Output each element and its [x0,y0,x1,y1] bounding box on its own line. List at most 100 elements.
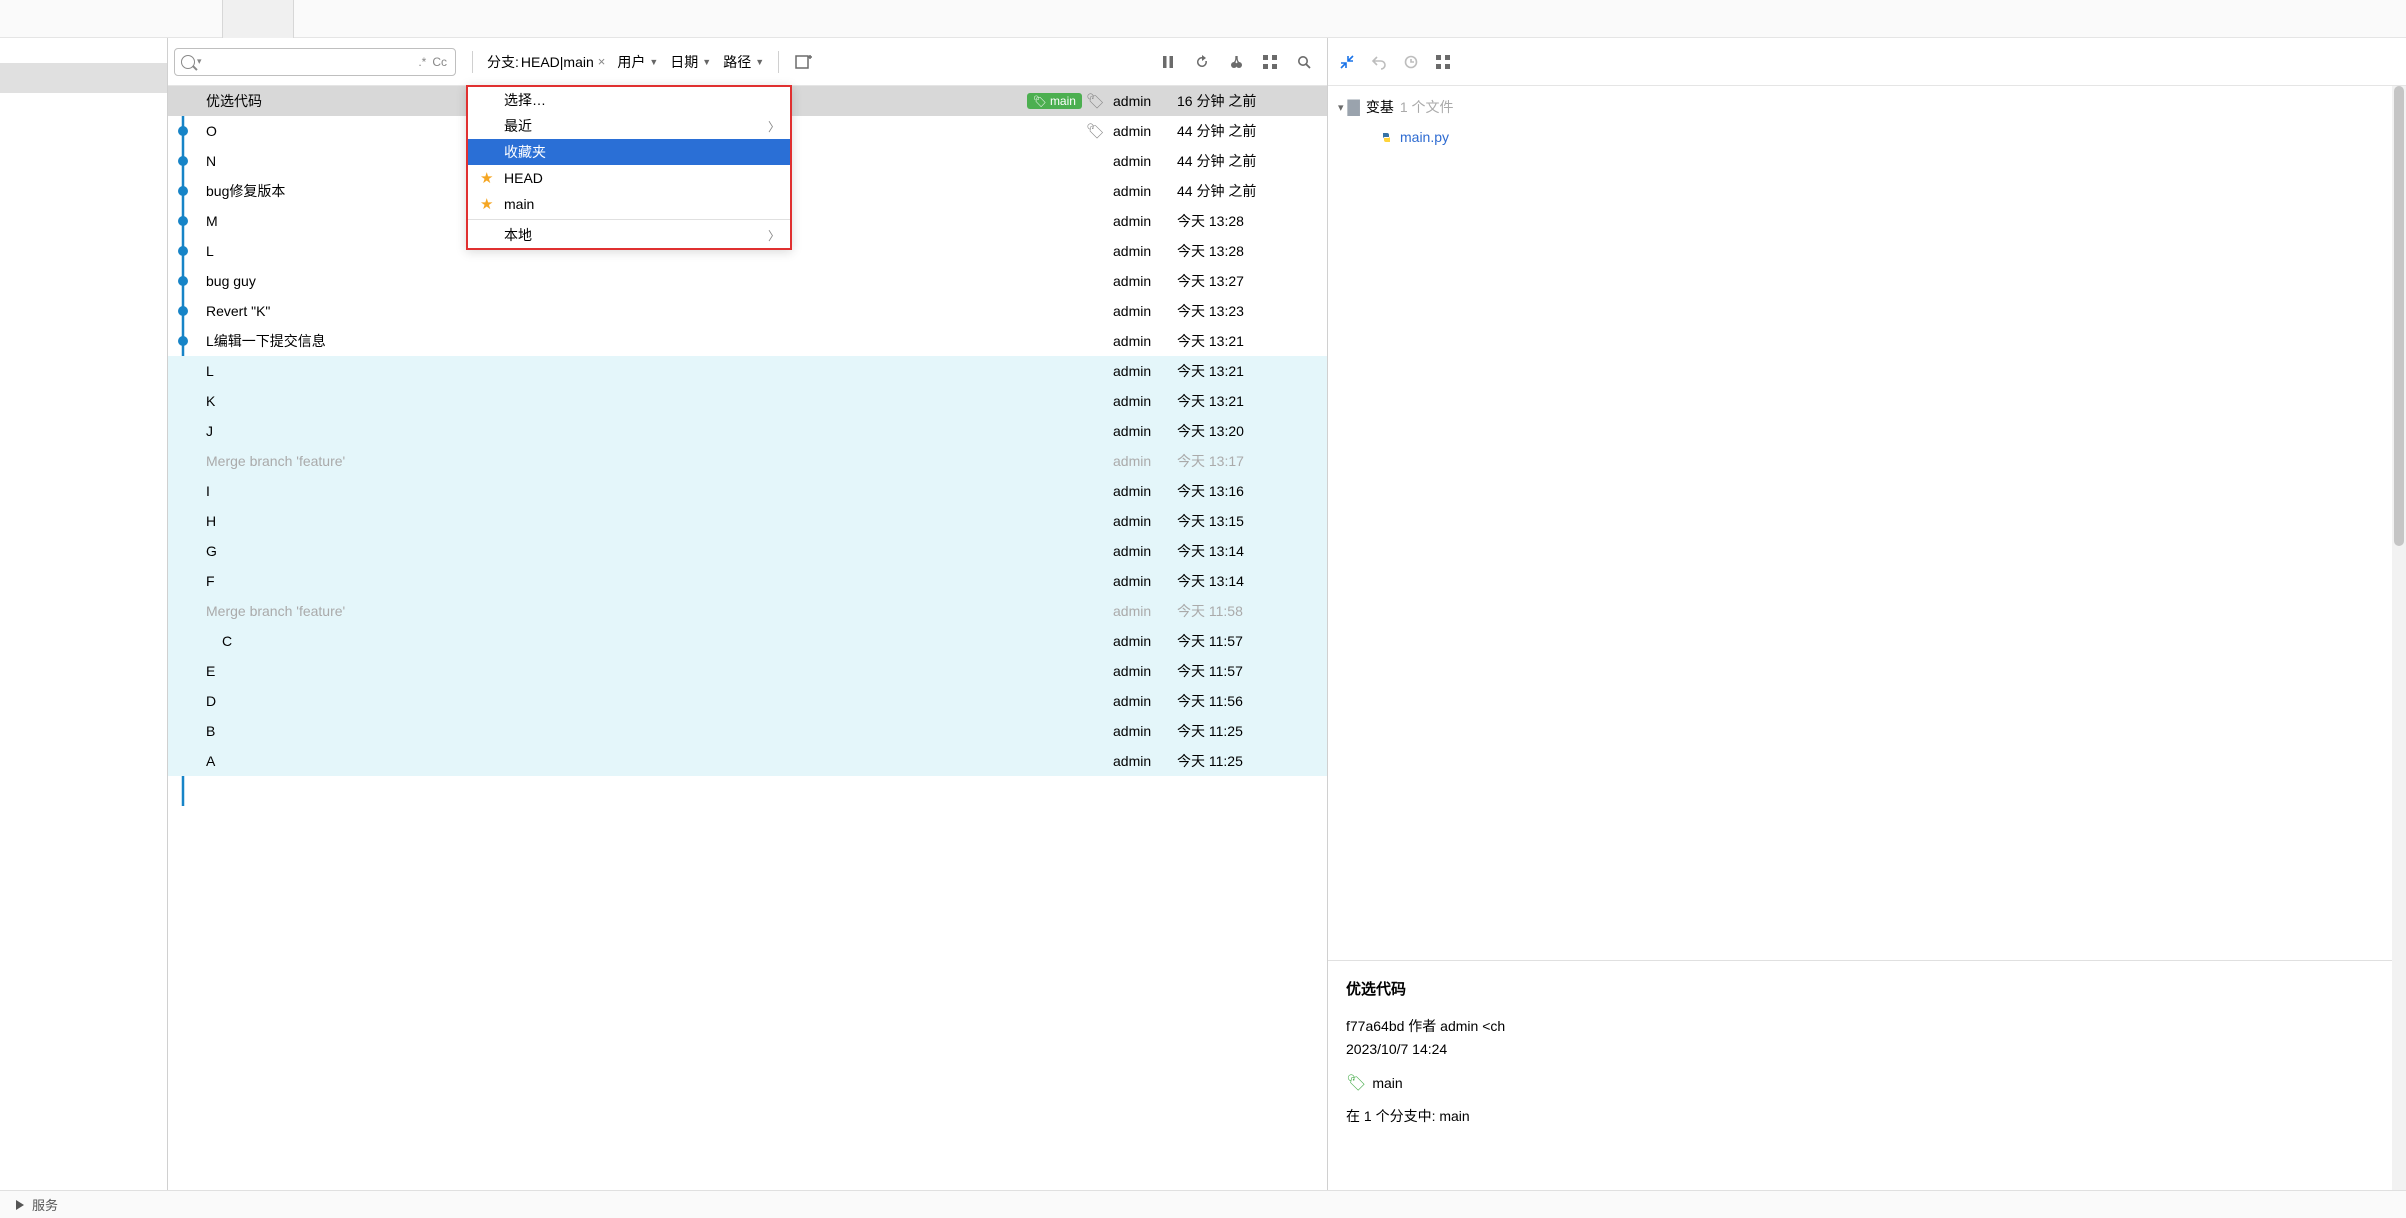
branch-filter-popup: 选择… 最近〉 收藏夹 ★HEAD ★main 本地〉 [466,85,792,250]
commit-author: admin [1113,513,1177,529]
popup-recent-label: 最近 [504,116,532,136]
commit-hash-author: f77a64bd 作者 admin <ch [1346,1015,2388,1039]
commit-message: bug guy [206,273,1113,289]
commit-row[interactable]: Dadmin今天 11:56 [168,686,1327,716]
collapse-icon[interactable] [1338,53,1356,71]
commit-message: Revert "K" [206,303,1113,319]
commit-date: 今天 13:21 [1177,361,1327,381]
user-filter[interactable]: 用户 ▼ [613,50,662,74]
commit-row[interactable]: Kadmin今天 13:21 [168,386,1327,416]
popup-select[interactable]: 选择… [468,87,790,113]
commit-author: admin [1113,153,1177,169]
commit-row[interactable]: Fadmin今天 13:14 [168,566,1327,596]
commit-row[interactable]: Iadmin今天 13:16 [168,476,1327,506]
new-branch-icon[interactable] [793,53,815,71]
find-icon[interactable] [1295,53,1313,71]
commit-author: admin [1113,303,1177,319]
commit-author: admin [1113,483,1177,499]
log-filters: 分支: HEAD|main × 用户 ▼ 日期 ▼ 路径 ▼ [466,50,815,74]
user-filter-label: 用户 [617,52,645,72]
editor-tab-ghost[interactable] [222,0,294,38]
commit-date: 今天 11:58 [1177,601,1327,621]
star-icon: ★ [480,195,493,213]
commit-row[interactable]: Revert "K"admin今天 13:23 [168,296,1327,326]
regex-toggle[interactable]: .* [418,55,426,69]
commit-author: admin [1113,723,1177,739]
log-toolbar-right [1159,53,1321,71]
popup-favorites[interactable]: 收藏夹 [468,139,790,165]
commit-row[interactable]: Badmin今天 11:25 [168,716,1327,746]
commit-author: admin [1113,363,1177,379]
chevron-down-icon: ▼ [702,57,711,67]
tag-icon: 🏷 [1086,122,1105,140]
separator [472,51,473,73]
popup-recent[interactable]: 最近〉 [468,113,790,139]
cherry-pick-icon[interactable] [1227,53,1245,71]
commit-row[interactable]: Eadmin今天 11:57 [168,656,1327,686]
branch-filter[interactable]: 分支: HEAD|main × [483,50,609,74]
commit-date: 今天 13:15 [1177,511,1327,531]
commit-row[interactable]: Jadmin今天 13:20 [168,416,1327,446]
left-toolwindow-spine [0,38,168,1190]
commit-row[interactable]: Hadmin今天 13:15 [168,506,1327,536]
chevron-down-icon: ▼ [755,57,764,67]
main-area: ▾ .* Cc 分支: HEAD|main × 用户 ▼ 日期 ▼ [0,38,2406,1190]
separator [778,51,779,73]
commit-author: admin [1113,603,1177,619]
commit-row[interactable]: Merge branch 'feature'admin今天 11:58 [168,596,1327,626]
commit-branch: main [1372,1072,1402,1096]
tag-icon: 🏷 [1086,92,1105,110]
scrollbar-thumb[interactable] [2394,86,2404,546]
tree-file-row[interactable]: main.py [1338,122,2396,152]
search-dropdown-icon[interactable]: ▾ [197,56,202,67]
commit-message: D [206,693,1113,709]
scrollbar-track[interactable] [2392,86,2406,1190]
branch-filter-label: 分支: [487,52,519,72]
commit-row[interactable]: Merge branch 'feature'admin今天 13:17 [168,446,1327,476]
search-input[interactable] [208,54,415,69]
history-icon[interactable] [1402,53,1420,71]
commit-author: admin [1113,633,1177,649]
commit-message: J [206,423,1113,439]
commit-row[interactable]: L编辑一下提交信息admin今天 13:21 [168,326,1327,356]
commit-details: 优选代码 f77a64bd 作者 admin <ch 2023/10/7 14:… [1328,960,2406,1190]
tree-folder-row[interactable]: ▾ ▇ 变基 1 个文件 [1338,92,2396,122]
run-icon[interactable] [16,1200,24,1210]
refresh-icon[interactable] [1193,53,1211,71]
commit-message: L编辑一下提交信息 [206,331,1113,351]
log-toolbar: ▾ .* Cc 分支: HEAD|main × 用户 ▼ 日期 ▼ [168,38,1327,86]
commit-row[interactable]: bug guyadmin今天 13:27 [168,266,1327,296]
clear-branch-filter-icon[interactable]: × [598,54,606,69]
intellisort-icon[interactable] [1261,53,1279,71]
date-filter[interactable]: 日期 ▼ [666,50,715,74]
pause-icon[interactable] [1159,53,1177,71]
popup-head-label: HEAD [504,170,543,186]
case-toggle[interactable]: Cc [432,55,447,69]
commit-row[interactable]: Aadmin今天 11:25 [168,746,1327,776]
commit-row[interactable]: Cadmin今天 11:57 [168,626,1327,656]
left-spine-selected-row[interactable] [0,63,167,93]
commit-message: B [206,723,1113,739]
log-search-box[interactable]: ▾ .* Cc [174,48,456,76]
commit-author: admin [1113,93,1177,109]
branch-filter-value: HEAD|main [521,54,594,70]
commit-list[interactable]: 优选代码main🏷admin16 分钟 之前O🏷admin44 分钟 之前Nad… [168,86,1327,1190]
commit-message: A [206,753,1113,769]
commit-date: 今天 11:25 [1177,751,1327,771]
path-filter-label: 路径 [723,52,751,72]
group-icon[interactable] [1434,53,1452,71]
popup-main[interactable]: ★main [468,191,790,217]
commit-row[interactable]: Gadmin今天 13:14 [168,536,1327,566]
folder-label: 变基 [1366,97,1394,117]
popup-head[interactable]: ★HEAD [468,165,790,191]
status-service-label[interactable]: 服务 [32,1195,58,1214]
popup-local[interactable]: 本地〉 [468,222,790,248]
commit-author: admin [1113,453,1177,469]
commit-message: Merge branch 'feature' [206,453,1113,469]
undo-icon[interactable] [1370,53,1388,71]
commit-row[interactable]: Ladmin今天 13:21 [168,356,1327,386]
chevron-down-icon: ▼ [649,57,658,67]
popup-local-label: 本地 [504,225,532,245]
path-filter[interactable]: 路径 ▼ [719,50,768,74]
file-name: main.py [1400,129,1449,145]
